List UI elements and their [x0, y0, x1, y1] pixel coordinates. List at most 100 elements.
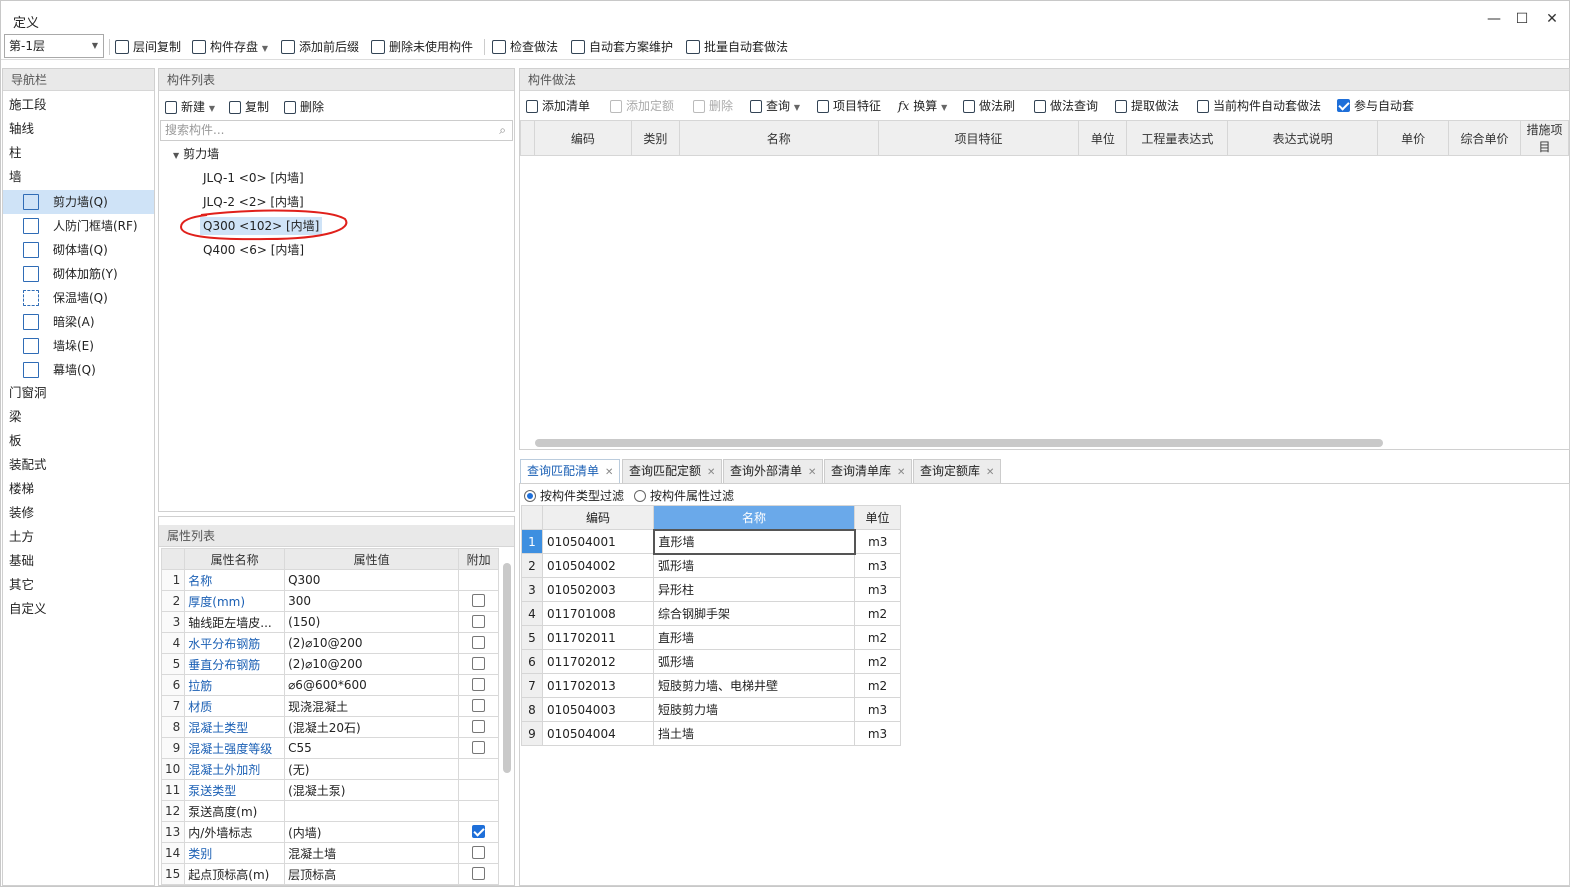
query-row[interactable]: 9 010504004 挡土墙 m3 — [521, 721, 901, 746]
query-row[interactable]: 5 011702011 直形墙 m2 — [521, 625, 901, 650]
bill-code[interactable]: 011701008 — [542, 601, 654, 626]
bill-name[interactable]: 弧形墙 — [653, 553, 855, 578]
convert-button[interactable]: fx 换算 ▼ — [898, 96, 947, 116]
nav-item-axis[interactable]: 轴线 — [3, 118, 154, 140]
tab-query-quota-library[interactable]: 查询定额库 ✕ — [913, 459, 1002, 483]
property-value[interactable]: 混凝土墙 — [284, 842, 460, 864]
nav-item-foundation[interactable]: 基础 — [3, 550, 154, 572]
close-icon[interactable]: ✕ — [605, 467, 613, 478]
nav-item-column[interactable]: 柱 — [3, 142, 154, 164]
tab-query-bill-library[interactable]: 查询清单库 ✕ — [824, 459, 913, 483]
nav-item-civil-defense-wall[interactable]: 人防门框墙(RF) — [3, 214, 154, 238]
nav-item-other[interactable]: 其它 — [3, 574, 154, 596]
property-row[interactable]: 1 名称 Q300 — [160, 569, 499, 591]
property-value[interactable]: (混凝土20石) — [284, 716, 460, 738]
property-row[interactable]: 15 起点顶标高(m) 层顶标高 — [160, 863, 499, 885]
checkbox-icon[interactable] — [472, 594, 486, 607]
property-value[interactable]: (2)⌀10@200 — [284, 632, 460, 654]
nav-item-hidden-beam[interactable]: 暗梁(A) — [3, 310, 154, 334]
nav-item-decoration[interactable]: 装修 — [3, 502, 154, 524]
nav-item-custom[interactable]: 自定义 — [3, 598, 154, 620]
checkbox-icon[interactable] — [472, 678, 486, 691]
auto-apply-current-button[interactable]: 当前构件自动套做法 — [1197, 96, 1321, 116]
property-value[interactable]: (无) — [284, 758, 460, 780]
batch-auto-method-button[interactable]: 批量自动套做法 — [686, 37, 788, 57]
query-row[interactable]: 8 010504003 短肢剪力墙 m3 — [521, 697, 901, 722]
query-row[interactable]: 7 011702013 短肢剪力墙、电梯井壁 m2 — [521, 673, 901, 698]
property-value[interactable]: (2)⌀10@200 — [284, 653, 460, 675]
extract-method-button[interactable]: 提取做法 — [1115, 96, 1179, 116]
close-icon[interactable]: ✕ — [808, 467, 816, 478]
floor-select[interactable]: 第-1层 ▼ — [4, 34, 104, 58]
checkbox-checked-icon[interactable] — [472, 825, 486, 838]
check-method-button[interactable]: 检查做法 — [492, 37, 558, 57]
property-value[interactable]: 300 — [284, 590, 460, 612]
checkbox-icon[interactable] — [472, 867, 486, 880]
add-prefix-suffix-button[interactable]: 添加前后缀 — [281, 37, 359, 57]
nav-item-construction-section[interactable]: 施工段 — [3, 94, 154, 116]
bill-name[interactable]: 短肢剪力墙、电梯井壁 — [653, 673, 855, 698]
checkbox-icon[interactable] — [472, 846, 486, 859]
nav-item-beam[interactable]: 梁 — [3, 406, 154, 428]
property-value[interactable]: (内墙) — [284, 821, 460, 843]
nav-item-openings[interactable]: 门窗洞 — [3, 382, 154, 404]
tree-group-shear-wall[interactable]: ▼ 剪力墙 — [159, 142, 514, 166]
nav-item-stairs[interactable]: 楼梯 — [3, 478, 154, 500]
nav-item-prefab[interactable]: 装配式 — [3, 454, 154, 476]
property-row[interactable]: 9 混凝土强度等级 C55 — [160, 737, 499, 759]
method-brush-button[interactable]: 做法刷 — [963, 96, 1015, 116]
bill-code[interactable]: 010502003 — [542, 577, 654, 602]
property-value[interactable]: (150) — [284, 611, 460, 633]
bill-name[interactable]: 弧形墙 — [653, 649, 855, 674]
query-button[interactable]: 查询 ▼ — [750, 96, 800, 116]
property-row[interactable]: 12 泵送高度(m) — [160, 800, 499, 822]
property-row[interactable]: 4 水平分布钢筋 (2)⌀10@200 — [160, 632, 499, 654]
checkbox-icon[interactable] — [472, 741, 486, 754]
query-row[interactable]: 6 011702012 弧形墙 m2 — [521, 649, 901, 674]
bill-name[interactable]: 短肢剪力墙 — [653, 697, 855, 722]
nav-item-earthwork[interactable]: 土方 — [3, 526, 154, 548]
close-icon[interactable]: ✕ — [707, 467, 715, 478]
add-bill-button[interactable]: 添加清单 — [526, 96, 590, 116]
copy-component-button[interactable]: 复制 — [229, 97, 269, 117]
nav-item-masonry-rebar[interactable]: 砌体加筋(Y) — [3, 262, 154, 286]
property-row[interactable]: 7 材质 现浇混凝土 — [160, 695, 499, 717]
maximize-button[interactable]: ☐ — [1511, 9, 1533, 29]
bill-name[interactable]: 挡土墙 — [653, 721, 855, 746]
property-row[interactable]: 14 类别 混凝土墙 — [160, 842, 499, 864]
close-button[interactable]: ✕ — [1541, 9, 1563, 29]
auto-scheme-button[interactable]: 自动套方案维护 — [571, 37, 673, 57]
query-row[interactable]: 2 010504002 弧形墙 m3 — [521, 553, 901, 578]
delete-component-button[interactable]: 删除 — [284, 97, 324, 117]
property-row[interactable]: 13 内/外墙标志 (内墙) — [160, 821, 499, 843]
bill-code[interactable]: 010504002 — [542, 553, 654, 578]
filter-by-attr-radio[interactable]: 按构件属性过滤 — [634, 486, 734, 506]
property-row[interactable]: 11 泵送类型 (混凝土泵) — [160, 779, 499, 801]
nav-item-curtain-wall[interactable]: 幕墙(Q) — [3, 358, 154, 382]
nav-item-wall[interactable]: 墙 — [3, 166, 154, 188]
bill-name[interactable]: 直形墙 — [652, 528, 856, 555]
bill-name[interactable]: 直形墙 — [653, 625, 855, 650]
filter-by-type-radio[interactable]: 按构件类型过滤 — [524, 486, 624, 506]
query-row[interactable]: 4 011701008 综合钢脚手架 m2 — [521, 601, 901, 626]
close-icon[interactable]: ✕ — [897, 467, 905, 478]
query-row[interactable]: 1 010504001 直形墙 m3 — [521, 528, 901, 555]
property-row[interactable]: 6 拉筋 ⌀6@600*600 — [160, 674, 499, 696]
save-component-button[interactable]: 构件存盘 ▼ — [192, 37, 268, 57]
property-row[interactable]: 10 混凝土外加剂 (无) — [160, 758, 499, 780]
close-icon[interactable]: ✕ — [986, 467, 994, 478]
property-value[interactable]: 层顶标高 — [284, 863, 460, 885]
bill-name[interactable]: 综合钢脚手架 — [653, 601, 855, 626]
component-search-input[interactable]: 搜索构件... ⌕ — [160, 120, 513, 141]
checkbox-icon[interactable] — [472, 657, 486, 670]
delete-unused-button[interactable]: 删除未使用构件 — [371, 37, 473, 57]
join-auto-apply-checkbox[interactable]: 参与自动套 — [1337, 96, 1414, 116]
bill-code[interactable]: 010504003 — [542, 697, 654, 722]
item-features-button[interactable]: 项目特征 — [817, 96, 881, 116]
add-quota-button[interactable]: 添加定额 — [610, 96, 674, 116]
property-value[interactable]: ⌀6@600*600 — [284, 674, 460, 696]
new-component-button[interactable]: 新建 ▼ — [165, 97, 215, 117]
property-scrollbar[interactable] — [503, 563, 511, 773]
property-value[interactable] — [284, 800, 460, 822]
property-row[interactable]: 8 混凝土类型 (混凝土20石) — [160, 716, 499, 738]
